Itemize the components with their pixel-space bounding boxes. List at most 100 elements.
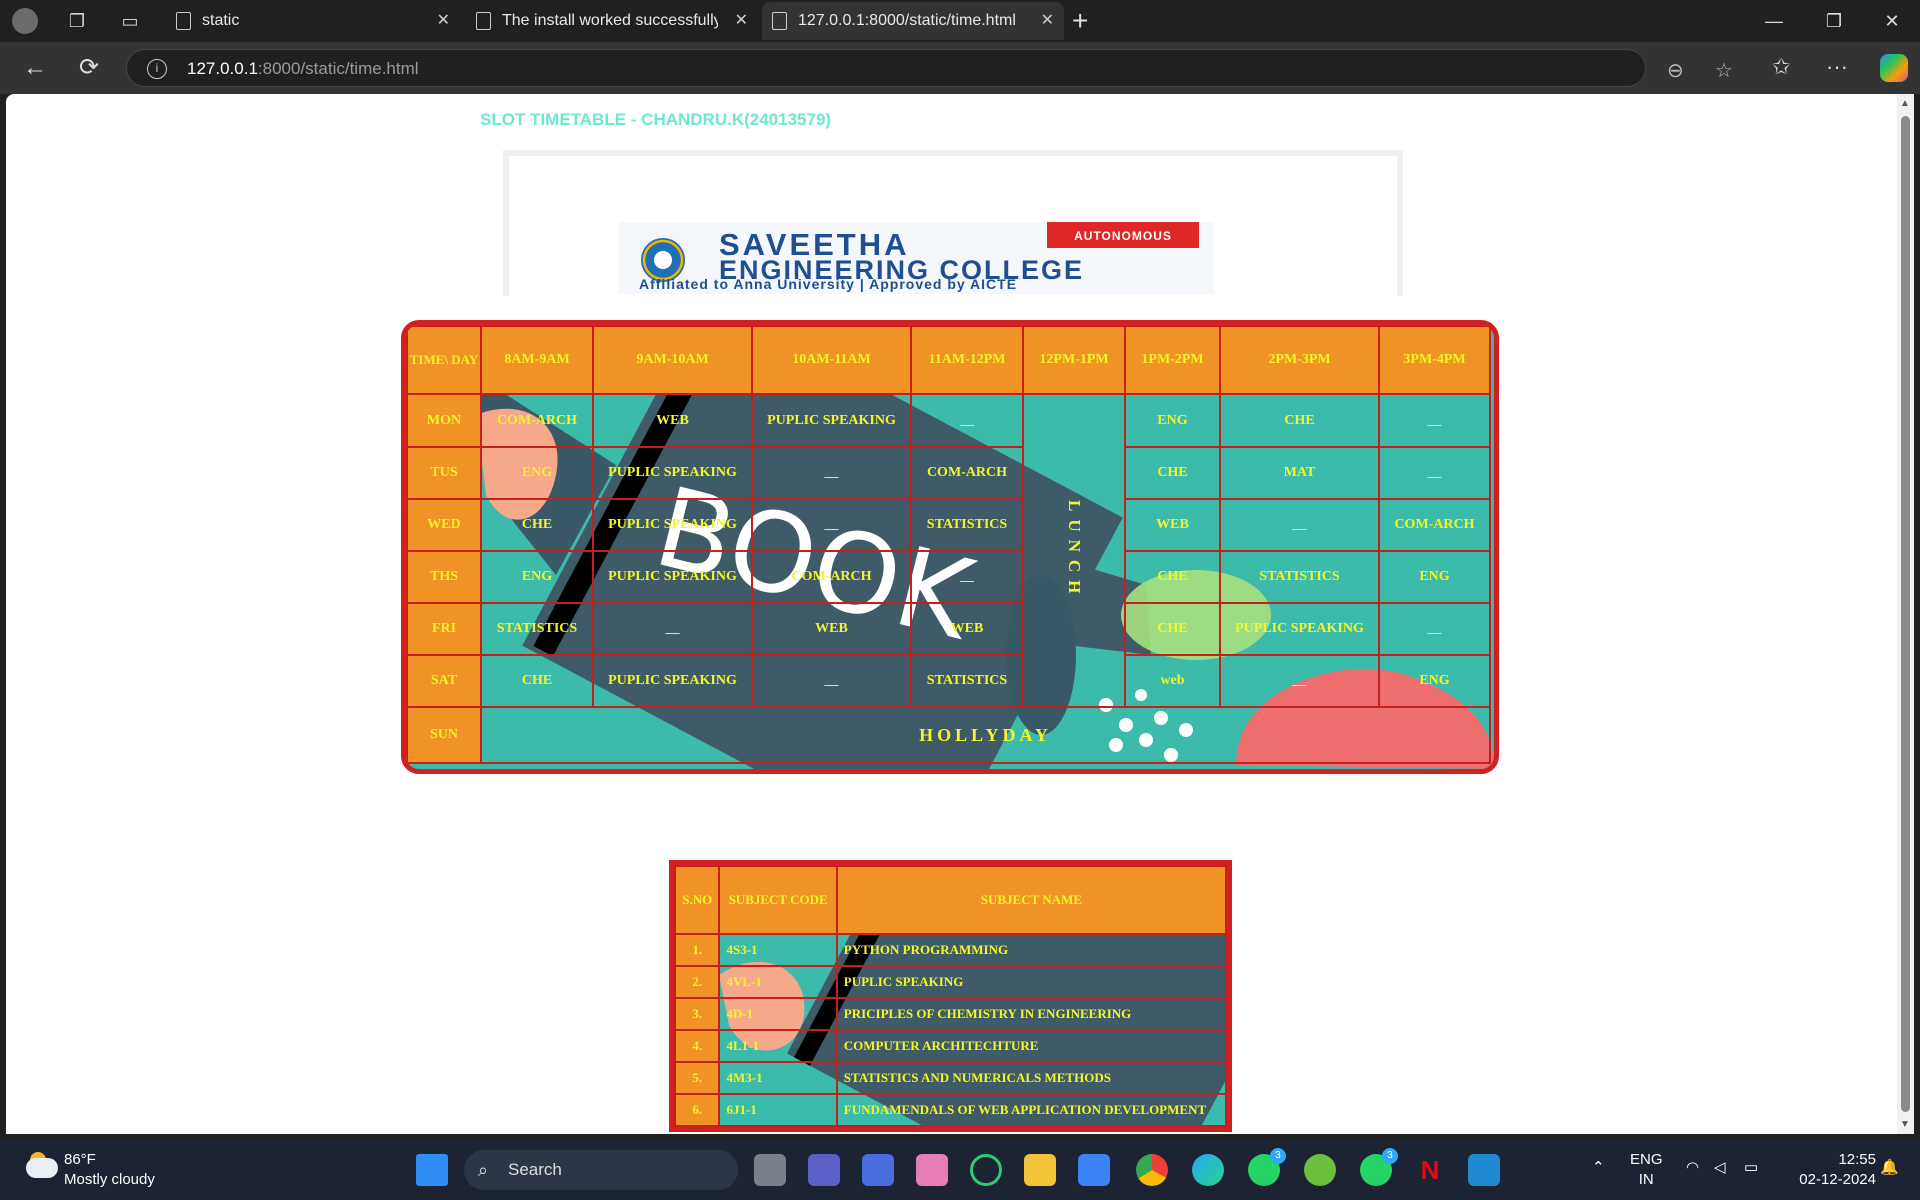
timetable-row: THS ENG PUPLIC SPEAKING COM-ARCH __ CHE STATIS… bbox=[406, 550, 1491, 604]
scroll-down-icon[interactable]: ▼ bbox=[1900, 1119, 1910, 1130]
chrome-icon[interactable] bbox=[1136, 1154, 1168, 1186]
info-icon[interactable]: i bbox=[147, 59, 167, 79]
close-tab-icon[interactable]: ✕ bbox=[437, 2, 450, 40]
taskbar-search[interactable]: ⌕ Search bbox=[464, 1150, 738, 1190]
url-field[interactable]: i 127.0.0.1:8000/static/time.html ⊖ ☆ bbox=[126, 49, 1733, 87]
copilot-icon[interactable] bbox=[1880, 54, 1908, 82]
scroll-up-icon[interactable]: ▲ bbox=[1900, 98, 1910, 109]
utorrent-icon[interactable] bbox=[1304, 1154, 1336, 1186]
loading-app-icon[interactable] bbox=[970, 1154, 1002, 1186]
subject-table: S.NO SUBJECT CODE SUBJECT NAME 1. 4S3-1 PY… bbox=[674, 865, 1227, 1127]
class-cell: COM-ARCH bbox=[480, 393, 594, 448]
day-cell: WED bbox=[406, 498, 482, 552]
restore-button[interactable]: ❐ bbox=[1814, 6, 1854, 36]
start-button[interactable] bbox=[416, 1154, 448, 1186]
subject-row: 3. 4D-1 PRICIPLES OF CHEMISTRY IN ENGINEER… bbox=[674, 997, 1227, 1031]
class-cell: CHE bbox=[1124, 446, 1221, 500]
tab-title: 127.0.0.1:8000/static/time.html bbox=[798, 12, 1016, 29]
tab-time[interactable]: 127.0.0.1:8000/static/time.html ✕ bbox=[762, 2, 1064, 40]
language-indicator[interactable]: ENG IN bbox=[1630, 1150, 1663, 1190]
search-label: Search bbox=[508, 1160, 562, 1179]
class-cell: PUPLIC SPEAKING bbox=[1219, 602, 1380, 656]
store-icon[interactable] bbox=[1078, 1154, 1110, 1186]
weather-desc: Mostly cloudy bbox=[64, 1171, 155, 1188]
scrollbar-thumb[interactable] bbox=[1901, 116, 1910, 1112]
sno-cell: 2. bbox=[674, 965, 721, 999]
timetable: BOOK TIME\ DAY 8AM-9AM 9AM-10AM 10AM-11A… bbox=[401, 320, 1499, 774]
autonomous-badge: AUTONOMOUS bbox=[1047, 222, 1199, 248]
class-cell: WEB bbox=[751, 602, 912, 656]
class-cell: MAT bbox=[1219, 446, 1380, 500]
favorites-icon[interactable]: ✩ bbox=[1772, 54, 1790, 80]
notifications-icon[interactable]: 🔔 bbox=[1880, 1158, 1899, 1178]
favorite-star-icon[interactable]: ☆ bbox=[1715, 58, 1733, 83]
day-cell: SAT bbox=[406, 654, 482, 708]
corner-header: TIME\ DAY bbox=[406, 325, 482, 395]
task-view-icon[interactable] bbox=[754, 1154, 786, 1186]
back-icon[interactable]: ← bbox=[18, 52, 52, 84]
code-header: SUBJECT CODE bbox=[718, 865, 838, 935]
sno-cell: 1. bbox=[674, 933, 721, 967]
college-banner: SAVEETHA ENGINEERING COLLEGE Affiliated … bbox=[503, 150, 1403, 296]
edge-icon[interactable] bbox=[1192, 1154, 1224, 1186]
vscode-icon[interactable] bbox=[1468, 1154, 1500, 1186]
subject-row: 6. 6J1-1 FUNDAMENDALS OF WEB APPLICATION D… bbox=[674, 1093, 1227, 1127]
close-tab-icon[interactable]: ✕ bbox=[735, 2, 748, 40]
volume-icon[interactable]: ◁ bbox=[1714, 1158, 1726, 1178]
minimize-button[interactable]: — bbox=[1754, 6, 1794, 36]
tab-static[interactable]: static ✕ bbox=[166, 2, 460, 40]
class-cell: __ bbox=[1378, 393, 1491, 448]
sno-cell: 4. bbox=[674, 1029, 721, 1063]
slot-header: 11AM-12PM bbox=[910, 325, 1024, 395]
class-cell: WEB bbox=[1124, 498, 1221, 552]
clock[interactable]: 12:55 02-12-2024 bbox=[1786, 1150, 1876, 1190]
netflix-icon[interactable]: N bbox=[1414, 1154, 1446, 1186]
file-explorer-icon[interactable] bbox=[1024, 1154, 1056, 1186]
url-path: :8000/static/time.html bbox=[257, 59, 419, 78]
workspaces-icon[interactable]: ❐ bbox=[64, 8, 90, 34]
whatsapp-icon[interactable]: 3 bbox=[1248, 1148, 1286, 1186]
sno-cell: 5. bbox=[674, 1061, 721, 1095]
subject-header-row: S.NO SUBJECT CODE SUBJECT NAME bbox=[674, 865, 1227, 935]
page-title: SLOT TIMETABLE - CHANDRU.K(24013579) bbox=[480, 110, 832, 129]
close-tab-icon[interactable]: ✕ bbox=[1041, 2, 1054, 40]
slot-header: 9AM-10AM bbox=[592, 325, 753, 395]
timetable-row: MON COM-ARCH WEB PUPLIC SPEAKING __ LUNCH ENG C… bbox=[406, 393, 1491, 708]
profile-avatar[interactable] bbox=[12, 8, 38, 34]
tab-install[interactable]: The install worked successfully! Co ✕ bbox=[466, 2, 758, 40]
whatsapp-business-icon[interactable]: 3 bbox=[1360, 1148, 1398, 1186]
sunday-row: SUN HOLLYDAY bbox=[406, 706, 1491, 764]
notification-badge: 3 bbox=[1270, 1148, 1286, 1164]
tab-title: The install worked successfully! Co bbox=[502, 12, 718, 29]
slot-header: 8AM-9AM bbox=[480, 325, 594, 395]
close-window-button[interactable]: ✕ bbox=[1872, 6, 1912, 36]
class-cell: __ bbox=[1219, 654, 1380, 708]
name-cell: PUPLIC SPEAKING bbox=[835, 965, 1227, 999]
new-tab-button[interactable]: + bbox=[1072, 4, 1088, 38]
tab-actions-icon[interactable]: ▭ bbox=[117, 8, 143, 34]
class-cell: PUPLIC SPEAKING bbox=[592, 550, 753, 604]
class-cell: CHE bbox=[1219, 393, 1380, 448]
timetable-row: TUS ENG PUPLIC SPEAKING __ COM-ARCH CHE MAT __ bbox=[406, 446, 1491, 500]
battery-icon[interactable]: ▭ bbox=[1744, 1158, 1758, 1178]
copilot-app-icon[interactable] bbox=[916, 1154, 948, 1186]
teams-icon[interactable] bbox=[808, 1154, 840, 1186]
show-hidden-icons[interactable]: ⌃ bbox=[1592, 1158, 1605, 1178]
timetable-grid: TIME\ DAY 8AM-9AM 9AM-10AM 10AM-11AM 11A… bbox=[406, 325, 1491, 764]
zoom-icon[interactable]: ⊖ bbox=[1667, 58, 1684, 83]
code-cell: 4S3-1 bbox=[718, 933, 838, 967]
class-cell: web bbox=[1124, 654, 1221, 708]
more-menu-icon[interactable]: ··· bbox=[1826, 54, 1848, 80]
class-cell: __ bbox=[1219, 498, 1380, 552]
page-icon bbox=[476, 12, 491, 30]
name-cell: STATISTICS AND NUMERICALS METHODS bbox=[835, 1061, 1227, 1095]
timetable-row: SAT CHE PUPLIC SPEAKING __ STATISTICS web __ EN… bbox=[406, 654, 1491, 708]
class-cell: CHE bbox=[480, 654, 594, 708]
page-scrollbar[interactable]: ▲ ▼ bbox=[1897, 94, 1914, 1134]
class-cell: ENG bbox=[1378, 550, 1491, 604]
app-icon[interactable] bbox=[862, 1154, 894, 1186]
wifi-icon[interactable]: ◠ bbox=[1686, 1158, 1699, 1178]
class-cell: ENG bbox=[480, 446, 594, 500]
day-cell: FRI bbox=[406, 602, 482, 656]
refresh-icon[interactable]: ⟳ bbox=[72, 52, 106, 84]
